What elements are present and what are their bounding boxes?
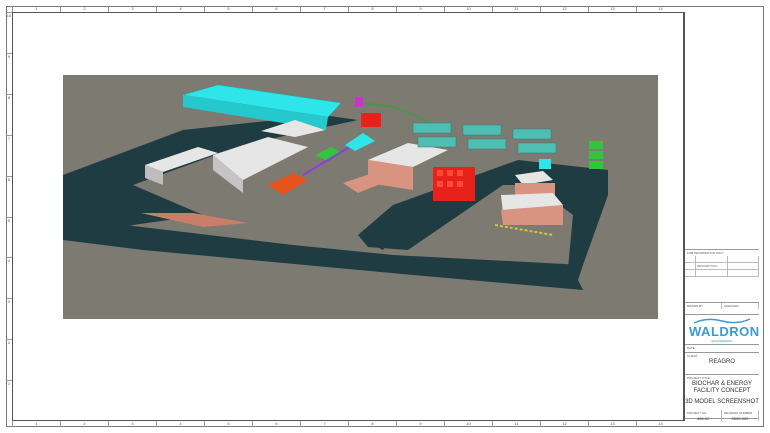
logo-subtitle: ENGINEERING bbox=[711, 339, 733, 343]
magenta-unit bbox=[355, 97, 363, 107]
date-row: DATE bbox=[685, 344, 759, 352]
client-name: REAGRO bbox=[708, 359, 735, 365]
bottom-ruler: 1 2 3 4 5 6 7 8 9 10 11 12 13 14 bbox=[12, 421, 684, 427]
date-label: DATE bbox=[687, 346, 695, 350]
ruler-mark: 5 bbox=[204, 421, 252, 427]
green-cabinets bbox=[589, 141, 603, 169]
drawing-number: 6000-002 bbox=[731, 416, 749, 421]
ruler-mark: 4 bbox=[156, 421, 204, 427]
red-unit bbox=[361, 113, 381, 127]
title-block: FOR INFORMATION ONLY DESCRIPTION DRAWN B… bbox=[684, 12, 759, 421]
logo-cell: WALDRON ENGINEERING bbox=[685, 314, 759, 344]
ruler-mark: 8 bbox=[348, 421, 396, 427]
ruler-mark: 6 bbox=[252, 421, 300, 427]
number-row: PROJECT NO. 408-02 DRAWING NUMBER 6000-0… bbox=[685, 410, 759, 421]
project-title-line2: FACILITY CONCEPT bbox=[693, 388, 751, 394]
revision-row bbox=[685, 270, 759, 277]
cyan-small-block bbox=[539, 159, 551, 169]
drawing-title: 3D MODEL SCREENSHOT bbox=[685, 399, 759, 405]
ruler-mark: 13 bbox=[588, 421, 636, 427]
project-number: 408-02 bbox=[696, 416, 710, 421]
revision-row: DESCRIPTION bbox=[685, 263, 759, 270]
ruler-mark: 1 bbox=[12, 421, 60, 427]
ruler-mark: 9 bbox=[396, 421, 444, 427]
ruler-mark: 10 bbox=[444, 421, 492, 427]
ruler-mark: 11 bbox=[492, 421, 540, 427]
model-viewport[interactable] bbox=[63, 75, 658, 319]
checked-label: CHECKED bbox=[722, 303, 759, 309]
revision-description: DESCRIPTION bbox=[696, 263, 729, 269]
red-reactor-array bbox=[433, 167, 475, 201]
waldron-logo: WALDRON ENGINEERING bbox=[689, 317, 760, 343]
revision-row bbox=[685, 256, 759, 263]
ruler-mark: 12 bbox=[540, 421, 588, 427]
ruler-mark: 14 bbox=[636, 421, 684, 427]
logo-text: WALDRON bbox=[689, 324, 760, 339]
revision-table: FOR INFORMATION ONLY DESCRIPTION bbox=[685, 249, 759, 279]
ruler-mark: 2 bbox=[60, 421, 108, 427]
ruler-mark: 7 bbox=[300, 421, 348, 427]
project-title-line1: BIOCHAR & ENERGY bbox=[691, 381, 752, 387]
sign-row: DRAWN BY CHECKED bbox=[685, 302, 759, 314]
site-model-render bbox=[63, 75, 658, 319]
ruler-mark: 3 bbox=[108, 421, 156, 427]
client-cell: CLIENT REAGRO bbox=[685, 352, 759, 374]
drawn-by-label: DRAWN BY bbox=[685, 303, 722, 309]
